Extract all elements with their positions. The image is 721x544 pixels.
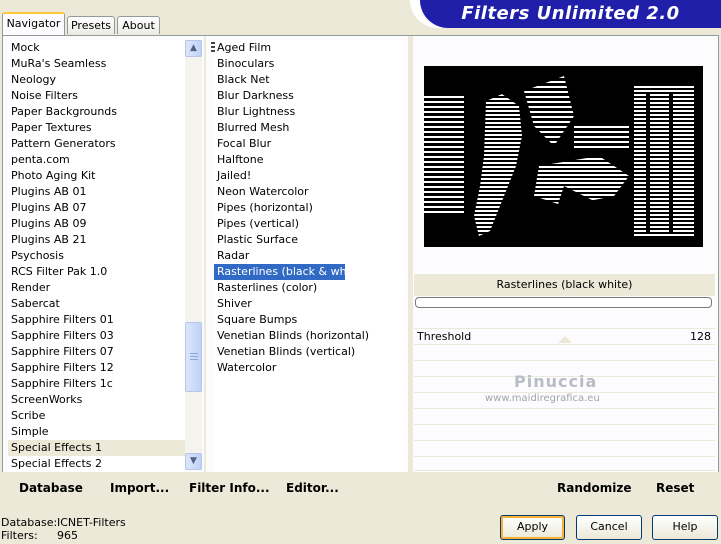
category-item[interactable]: Render — [8, 280, 185, 296]
category-item[interactable]: Mock — [8, 40, 185, 56]
category-item[interactable]: Sapphire Filters 07 — [8, 344, 185, 360]
tab-presets[interactable]: Presets — [67, 16, 115, 34]
apply-button[interactable]: Apply — [500, 515, 565, 540]
category-item[interactable]: Pattern Generators — [8, 136, 185, 152]
filter-list[interactable]: Aged Film Binoculars Black Net Blur Darknes… — [214, 40, 404, 472]
status-database-value: ICNET-Filters — [57, 516, 126, 529]
filter-item[interactable]: Aged Film — [214, 40, 404, 56]
category-item[interactable]: Scribe — [8, 408, 185, 424]
randomize-button[interactable]: Randomize — [557, 481, 631, 495]
category-item[interactable]: Sapphire Filters 12 — [8, 360, 185, 376]
reset-button[interactable]: Reset — [656, 481, 694, 495]
toolbar-divider — [408, 472, 413, 500]
category-item[interactable]: RCS Filter Pak 1.0 — [8, 264, 185, 280]
filter-item[interactable]: Blur Lightness — [214, 104, 404, 120]
param-row-empty — [414, 440, 715, 455]
filter-item[interactable]: Halftone — [214, 152, 404, 168]
filter-item[interactable]: Pipes (horizontal) — [214, 200, 404, 216]
category-item[interactable]: Sapphire Filters 01 — [8, 312, 185, 328]
app-title-banner: Filters Unlimited 2.0 — [420, 0, 721, 28]
tab-about[interactable]: About — [117, 16, 160, 34]
category-item[interactable]: ScreenWorks — [8, 392, 185, 408]
filter-item[interactable]: Blurred Mesh — [214, 120, 404, 136]
category-item[interactable]: Sabercat — [8, 296, 185, 312]
filter-preview-image — [424, 66, 703, 247]
status-filters-label: Filters: — [1, 529, 38, 542]
category-item[interactable]: Photo Aging Kit — [8, 168, 185, 184]
cancel-button[interactable]: Cancel — [576, 515, 642, 540]
scroll-thumb[interactable] — [185, 322, 202, 392]
category-item[interactable]: penta.com — [8, 152, 185, 168]
category-item[interactable]: Neology — [8, 72, 185, 88]
param-row-empty — [414, 424, 715, 439]
category-item[interactable]: Plugins AB 07 — [8, 200, 185, 216]
category-item[interactable]: Special Effects 1 — [8, 440, 185, 456]
param-row-empty — [414, 456, 715, 471]
filter-item[interactable]: Jailed! — [214, 168, 404, 184]
filter-item[interactable]: Binoculars — [214, 56, 404, 72]
panel-divider — [408, 36, 413, 472]
filter-item[interactable]: Focal Blur — [214, 136, 404, 152]
category-scrollbar[interactable]: ▲ ▼ — [185, 40, 202, 470]
filter-info-button[interactable]: Filter Info... — [189, 481, 270, 495]
tab-navigator[interactable]: Navigator — [2, 12, 65, 35]
scroll-down-button[interactable]: ▼ — [185, 453, 202, 470]
category-item[interactable]: Sapphire Filters 1c — [8, 376, 185, 392]
database-button[interactable]: Database — [19, 481, 83, 495]
filter-item[interactable]: Neon Watercolor — [214, 184, 404, 200]
scroll-up-button[interactable]: ▲ — [185, 40, 202, 57]
filter-item[interactable]: Rasterlines (color) — [214, 280, 404, 296]
category-item[interactable]: Plugins AB 09 — [8, 216, 185, 232]
filter-item[interactable]: Square Bumps — [214, 312, 404, 328]
threshold-label: Threshold — [417, 330, 472, 343]
filter-item[interactable]: Plastic Surface — [214, 232, 404, 248]
category-list[interactable]: Mock MuRa's Seamless Neology Noise Filters P… — [8, 40, 185, 472]
help-button[interactable]: Help — [652, 515, 718, 540]
threshold-value: 128 — [690, 330, 711, 343]
filter-item[interactable]: Radar — [214, 248, 404, 264]
filter-item[interactable]: Venetian Blinds (vertical) — [214, 344, 404, 360]
category-item[interactable]: Paper Backgrounds — [8, 104, 185, 120]
watermark-name: Pinuccia — [514, 372, 598, 391]
drag-handle-icon — [211, 42, 215, 54]
threshold-slider-marker-icon[interactable] — [558, 336, 572, 343]
filter-name-label: Rasterlines (black white) — [414, 274, 715, 296]
editor-button[interactable]: Editor... — [286, 481, 339, 495]
category-item[interactable]: Simple — [8, 424, 185, 440]
category-item[interactable]: Plugins AB 21 — [8, 232, 185, 248]
category-item[interactable]: Psychosis — [8, 248, 185, 264]
filter-item[interactable]: Watercolor — [214, 360, 404, 376]
status-filters-value: 965 — [57, 529, 78, 542]
filter-item[interactable]: Pipes (vertical) — [214, 216, 404, 232]
category-item[interactable]: Special Effects 2 — [8, 456, 185, 472]
category-item[interactable]: MuRa's Seamless — [8, 56, 185, 72]
watermark-url: www.maidiregrafica.eu — [485, 393, 600, 404]
progress-bar — [415, 297, 712, 308]
category-item[interactable]: Sapphire Filters 03 — [8, 328, 185, 344]
param-row-empty — [414, 344, 715, 359]
filter-item[interactable]: Venetian Blinds (horizontal) — [214, 328, 404, 344]
filter-item[interactable]: Black Net — [214, 72, 404, 88]
category-item[interactable]: Plugins AB 01 — [8, 184, 185, 200]
grip-icon — [190, 353, 198, 361]
list-divider — [204, 36, 206, 472]
import-button[interactable]: Import... — [110, 481, 169, 495]
filter-item[interactable]: Rasterlines (black & white) — [214, 264, 365, 280]
param-row-empty — [414, 408, 715, 423]
filter-item[interactable]: Shiver — [214, 296, 404, 312]
filter-item[interactable]: Blur Darkness — [214, 88, 404, 104]
status-database-label: Database: — [1, 516, 58, 529]
category-item[interactable]: Paper Textures — [8, 120, 185, 136]
category-item[interactable]: Noise Filters — [8, 88, 185, 104]
